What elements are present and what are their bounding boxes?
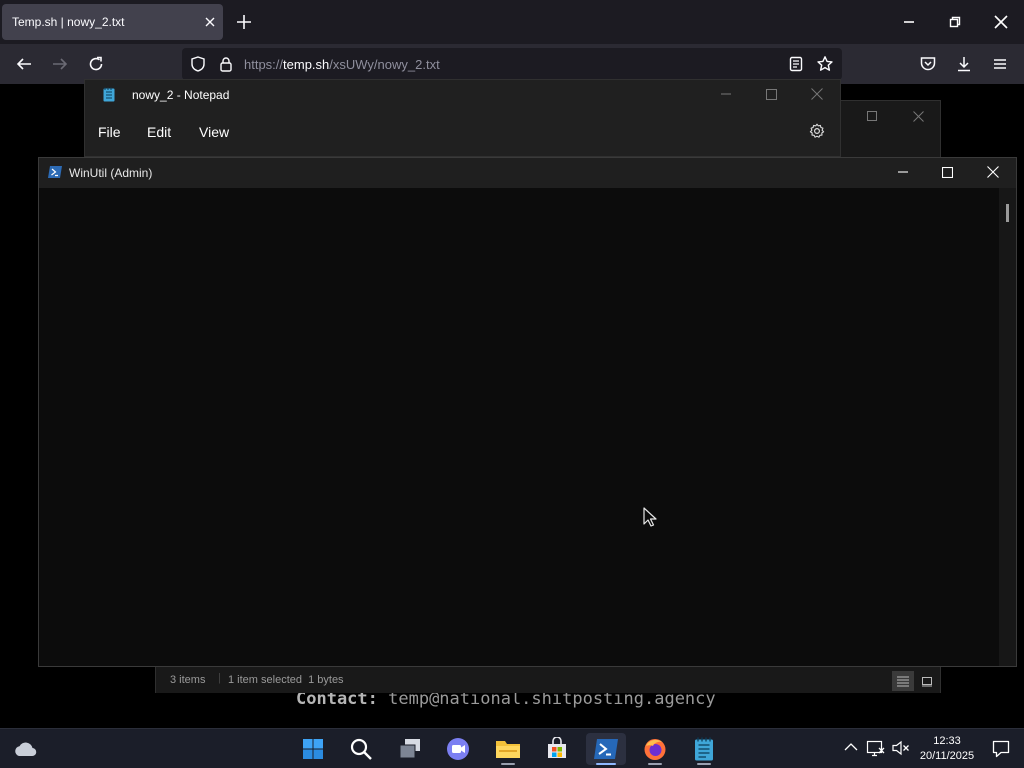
browser-minimize-button[interactable]: [886, 0, 932, 44]
tiles-view-icon[interactable]: [916, 671, 938, 691]
status-item-count: 3 items: [170, 674, 206, 686]
browser-tab[interactable]: Temp.sh | nowy_2.txt: [2, 4, 223, 40]
url-bar[interactable]: https://temp.sh/xsUWy/nowy_2.txt: [182, 48, 842, 80]
winutil-window[interactable]: WinUtil (Admin): [38, 157, 1017, 667]
store-icon: [548, 737, 566, 758]
chat-button[interactable]: [438, 733, 478, 765]
tab-close-icon[interactable]: [201, 13, 219, 31]
file-explorer-icon: [496, 741, 520, 758]
running-indicator: [697, 763, 711, 765]
task-view-icon: [399, 739, 420, 759]
start-button[interactable]: [293, 733, 333, 765]
details-view-icon[interactable]: [892, 671, 914, 691]
explorer-status-bar: 3 items | 1 item selected 1 bytes: [156, 669, 940, 693]
store-button[interactable]: [537, 733, 577, 765]
chevron-up-icon[interactable]: [844, 742, 858, 752]
browser-restore-button[interactable]: [932, 0, 978, 44]
winutil-close-button[interactable]: [978, 158, 1008, 186]
notepad-icon: [695, 737, 713, 761]
network-icon[interactable]: [866, 739, 886, 757]
notepad-maximize-button[interactable]: [756, 82, 786, 106]
active-indicator: [596, 763, 616, 765]
url-text[interactable]: https://temp.sh/xsUWy/nowy_2.txt: [244, 57, 440, 72]
winutil-title: WinUtil (Admin): [69, 166, 153, 180]
shield-icon[interactable]: [190, 56, 206, 72]
firefox-button[interactable]: [635, 733, 675, 765]
browser-close-button[interactable]: [978, 0, 1024, 44]
notifications-icon[interactable]: [992, 740, 1010, 758]
taskbar-clock[interactable]: 12:33 20/11/2025: [916, 734, 978, 764]
menu-file[interactable]: File: [98, 124, 121, 140]
explorer-close-button[interactable]: [902, 105, 934, 127]
running-indicator: [501, 763, 515, 765]
chat-icon: [447, 738, 469, 760]
powershell-icon: [594, 739, 618, 759]
task-view-button[interactable]: [390, 733, 430, 765]
hamburger-menu-icon[interactable]: [988, 52, 1012, 76]
forward-arrow-icon[interactable]: [48, 52, 72, 76]
file-explorer-button[interactable]: [488, 733, 528, 765]
pocket-icon[interactable]: [916, 52, 940, 76]
menu-edit[interactable]: Edit: [147, 124, 171, 140]
running-indicator: [648, 763, 662, 765]
notepad-minimize-button[interactable]: [711, 82, 741, 106]
downloads-icon[interactable]: [952, 52, 976, 76]
winutil-minimize-button[interactable]: [888, 158, 918, 186]
search-button[interactable]: [341, 733, 381, 765]
browser-nav-bar: https://temp.sh/xsUWy/nowy_2.txt: [0, 44, 1024, 84]
winutil-maximize-button[interactable]: [932, 158, 962, 186]
notepad-button[interactable]: [684, 733, 724, 765]
notepad-title: nowy_2 - Notepad: [132, 88, 230, 102]
new-tab-icon[interactable]: [235, 13, 253, 31]
taskbar: 12:33 20/11/2025: [0, 728, 1024, 768]
lock-icon[interactable]: [218, 56, 234, 72]
winutil-title-bar[interactable]: WinUtil (Admin): [39, 158, 1016, 188]
notepad-window[interactable]: nowy_2 - Notepad File Edit View: [84, 79, 841, 157]
explorer-maximize-button[interactable]: [856, 105, 888, 127]
powershell-app-icon: [48, 166, 62, 178]
clock-time: 12:33: [933, 735, 961, 747]
clock-date: 20/11/2025: [919, 750, 975, 762]
weather-icon[interactable]: [12, 738, 38, 760]
scrollbar-thumb[interactable]: [1006, 204, 1009, 222]
winutil-console-area[interactable]: [39, 188, 997, 666]
search-icon: [350, 738, 372, 760]
reload-icon[interactable]: [84, 52, 108, 76]
winutil-scrollbar[interactable]: [999, 188, 1016, 666]
mouse-cursor-icon: [643, 507, 659, 527]
settings-gear-icon[interactable]: [809, 123, 825, 139]
powershell-button[interactable]: [586, 733, 626, 765]
notepad-app-icon: [103, 87, 115, 102]
tab-title: Temp.sh | nowy_2.txt: [12, 15, 125, 29]
notepad-close-button[interactable]: [802, 82, 832, 106]
menu-view[interactable]: View: [199, 124, 229, 140]
status-divider: |: [218, 672, 221, 684]
bookmark-star-icon[interactable]: [816, 55, 834, 73]
status-selection: 1 item selected 1 bytes: [228, 674, 344, 686]
start-icon: [303, 739, 323, 759]
browser-tab-bar: Temp.sh | nowy_2.txt: [0, 0, 1024, 44]
back-arrow-icon[interactable]: [12, 52, 36, 76]
volume-muted-icon[interactable]: [892, 740, 910, 756]
firefox-icon: [644, 739, 666, 760]
reader-view-icon[interactable]: [788, 56, 804, 72]
